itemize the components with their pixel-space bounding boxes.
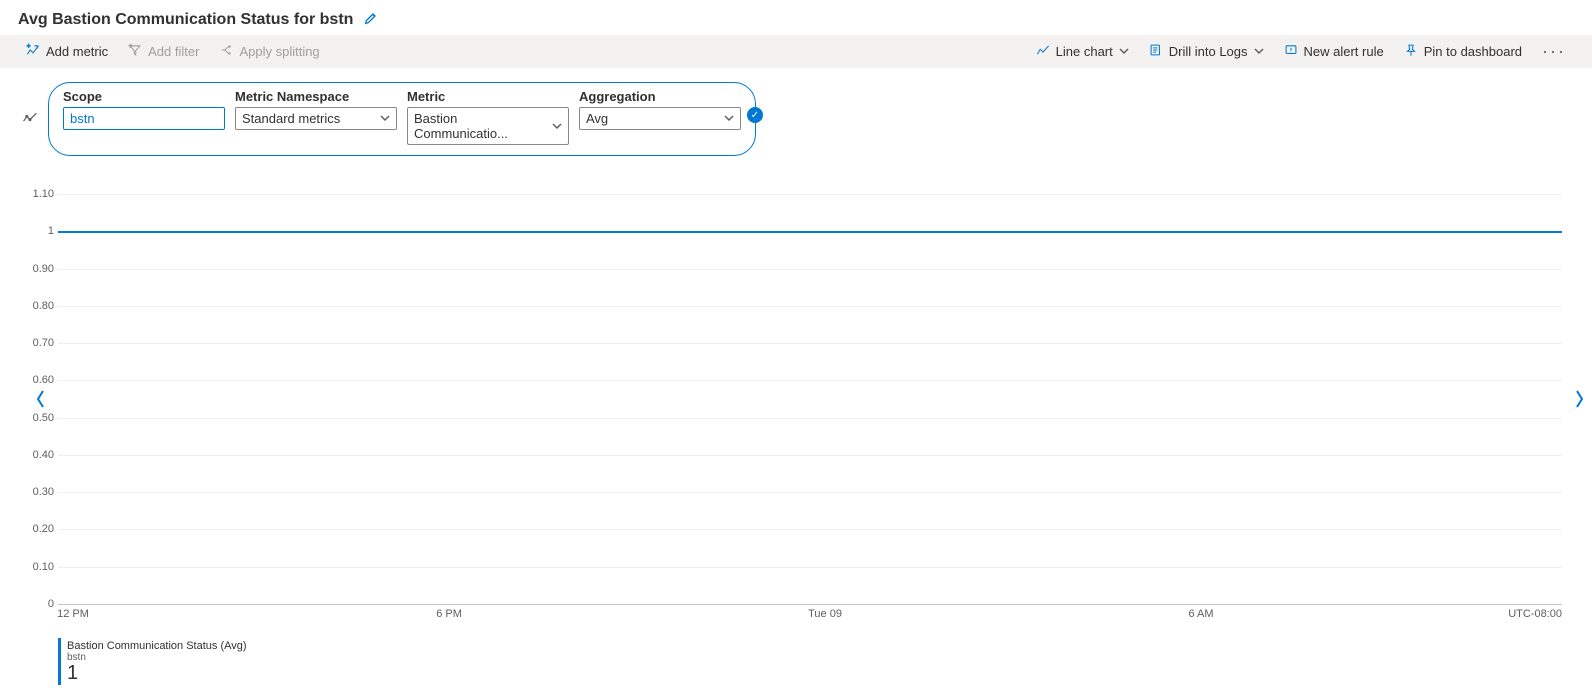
drill-into-logs-button[interactable]: Drill into Logs: [1143, 39, 1270, 64]
chart-x-tick: 6 PM: [436, 608, 462, 620]
chart-y-tick: 0.30: [33, 486, 54, 498]
pin-to-dashboard-label: Pin to dashboard: [1424, 44, 1522, 59]
selector-confirm-badge[interactable]: ✓: [747, 107, 763, 123]
chart-gridline: [58, 455, 1562, 456]
chart-legend-item[interactable]: Bastion Communication Status (Avg) bstn …: [58, 638, 253, 685]
metrics-toolbar: + Add metric + Add filter Apply splittin…: [0, 35, 1592, 68]
filter-icon: +: [128, 43, 142, 60]
svg-text:+: +: [129, 43, 133, 50]
new-alert-rule-label: New alert rule: [1304, 44, 1384, 59]
chevron-down-icon: [1119, 44, 1129, 59]
timezone-label: UTC-08:00: [1508, 608, 1562, 620]
apply-splitting-button[interactable]: Apply splitting: [213, 39, 325, 64]
chevron-down-icon: [1254, 44, 1264, 59]
chart-type-dropdown[interactable]: Line chart: [1030, 39, 1135, 64]
svg-text:+: +: [27, 43, 31, 50]
chart-gridline: [58, 529, 1562, 530]
more-options-button[interactable]: ···: [1536, 41, 1572, 62]
chart-x-tick: 12 PM: [57, 608, 89, 620]
alert-icon: [1284, 43, 1298, 60]
chart-y-tick: 1.10: [33, 188, 54, 200]
aggregation-field-label: Aggregation: [579, 89, 741, 104]
pin-to-dashboard-button[interactable]: Pin to dashboard: [1398, 39, 1528, 64]
chart-type-label: Line chart: [1056, 44, 1113, 59]
scope-value: bstn: [70, 111, 95, 126]
chart-y-tick: 0.40: [33, 449, 54, 461]
add-filter-button[interactable]: + Add filter: [122, 39, 205, 64]
chart-gridline: [58, 269, 1562, 270]
chart-y-tick: 0.50: [33, 412, 54, 424]
chart-x-axis: UTC-08:00 12 PM 6 PM Tue 09 6 AM: [58, 608, 1562, 628]
chart-data-line: [58, 231, 1562, 233]
aggregation-value: Avg: [586, 111, 608, 126]
chevron-down-icon: [380, 111, 390, 126]
chart-plot[interactable]: 00.100.200.300.400.500.600.700.800.9011.…: [58, 194, 1562, 604]
chart-y-tick: 0: [48, 598, 54, 610]
next-time-range-button[interactable]: [1570, 381, 1588, 417]
chart-gridline: [58, 567, 1562, 568]
metric-value: Bastion Communicatio...: [414, 111, 552, 141]
aggregation-picker[interactable]: Avg: [579, 107, 741, 130]
chevron-down-icon: [724, 111, 734, 126]
metric-picker[interactable]: Bastion Communicatio...: [407, 107, 569, 145]
add-metric-icon: +: [26, 43, 40, 60]
chart-y-tick: 0.70: [33, 337, 54, 349]
chart-y-tick: 0.80: [33, 300, 54, 312]
namespace-field-label: Metric Namespace: [235, 89, 397, 104]
splitting-icon: [219, 43, 233, 60]
line-chart-icon: [1036, 43, 1050, 60]
chart-x-tick: Tue 09: [808, 608, 842, 620]
metric-field-label: Metric: [407, 89, 569, 104]
chart-gridline: [58, 492, 1562, 493]
chart-gridline: [58, 343, 1562, 344]
chart-y-tick: 0.60: [33, 374, 54, 386]
apply-splitting-label: Apply splitting: [239, 44, 319, 59]
chart-y-tick: 0.10: [33, 561, 54, 573]
chart-y-tick: 1: [48, 225, 54, 237]
new-alert-rule-button[interactable]: New alert rule: [1278, 39, 1390, 64]
legend-series-name: Bastion Communication Status (Avg): [67, 640, 247, 652]
legend-series-resource: bstn: [67, 652, 247, 663]
legend-current-value: 1: [67, 663, 247, 683]
chart-title: Avg Bastion Communication Status for bst…: [18, 11, 353, 29]
chart-gridline: [58, 380, 1562, 381]
chevron-down-icon: [552, 119, 562, 134]
scope-field-label: Scope: [63, 89, 225, 104]
chart-gridline: [58, 194, 1562, 195]
metric-selector-pill: Scope bstn Metric Namespace Standard met…: [48, 82, 756, 156]
chart-y-tick: 0.20: [33, 523, 54, 535]
namespace-picker[interactable]: Standard metrics: [235, 107, 397, 130]
pin-icon: [1404, 43, 1418, 60]
chart-y-tick: 0.90: [33, 263, 54, 275]
add-metric-button[interactable]: + Add metric: [20, 39, 114, 64]
metric-series-icon: [22, 110, 38, 129]
logs-icon: [1149, 43, 1163, 60]
edit-title-icon[interactable]: [363, 10, 379, 29]
add-metric-label: Add metric: [46, 44, 108, 59]
drill-into-logs-label: Drill into Logs: [1169, 44, 1248, 59]
namespace-value: Standard metrics: [242, 111, 340, 126]
chart-gridline: [58, 418, 1562, 419]
add-filter-label: Add filter: [148, 44, 199, 59]
chart-gridline: [58, 604, 1562, 605]
scope-picker[interactable]: bstn: [63, 107, 225, 130]
chart-gridline: [58, 306, 1562, 307]
chart-x-tick: 6 AM: [1188, 608, 1213, 620]
